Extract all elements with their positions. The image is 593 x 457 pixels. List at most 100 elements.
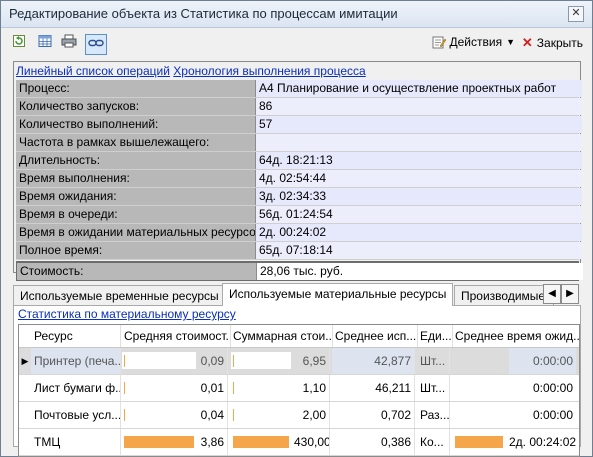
- property-value[interactable]: 86: [256, 98, 582, 115]
- property-value[interactable]: 64д. 18:21:13: [256, 152, 582, 169]
- property-row: Количество выполнений: 57: [16, 116, 582, 134]
- property-value[interactable]: 28,06 тыс. руб.: [257, 263, 583, 280]
- column-header-wait[interactable]: Среднее время ожид...: [452, 325, 579, 347]
- property-key: Стоимость:: [17, 263, 257, 280]
- table-row[interactable]: Почтовые усл... 0,04 2,00 0,702 Раз... 0:00:0…: [19, 402, 579, 429]
- bar-cell-total-cost: [231, 433, 291, 450]
- title-bar: Редактирование объекта из Статистика по …: [1, 1, 592, 28]
- cell-total-cost[interactable]: 2,00: [294, 402, 330, 428]
- table-icon[interactable]: [35, 34, 55, 54]
- column-header-avg-cost[interactable]: Средняя стоимост...: [121, 325, 231, 347]
- bar-cell-total-cost: [231, 406, 291, 423]
- property-key: Время в очереди:: [16, 206, 256, 223]
- table-row[interactable]: ▶ Принтер (печа... 0,09 6,95 42,877 Шт... 0:00…: [19, 348, 579, 375]
- property-key: Процесс:: [16, 80, 256, 97]
- cell-wait[interactable]: 2д. 00:24:02: [509, 429, 576, 455]
- column-header-unit[interactable]: Еди...: [417, 325, 453, 347]
- cell-total-cost[interactable]: 6,95: [294, 348, 330, 374]
- cell-wait[interactable]: 0:00:00: [509, 402, 576, 428]
- wait-bar: [455, 436, 503, 448]
- material-resource-stats-link[interactable]: Статистика по материальному ресурсу: [18, 307, 236, 321]
- resources-table: Ресурс Средняя стоимост... Суммарная сто…: [18, 324, 580, 457]
- cell-unit[interactable]: Ко...: [417, 429, 450, 455]
- window-close-button[interactable]: ✕: [568, 6, 584, 22]
- window-title: Редактирование объекта из Статистика по …: [9, 6, 398, 21]
- cell-avg-cost[interactable]: 0,01: [199, 375, 228, 401]
- table-row[interactable]: ТМЦ 3,86 430,00 0,386 Ко... 2д. 00:24:02: [19, 429, 579, 456]
- material-resources-panel: Статистика по материальному ресурсу Ресу…: [13, 305, 581, 457]
- property-value[interactable]: 2д. 00:24:02: [256, 224, 582, 241]
- print-icon[interactable]: [59, 34, 79, 54]
- property-key: Количество запусков:: [16, 98, 256, 115]
- property-row: Полное время: 65д. 07:18:14: [16, 242, 582, 260]
- chronology-link[interactable]: Хронология выполнения процесса: [173, 64, 365, 78]
- cell-resource[interactable]: Принтер (печа...: [31, 348, 121, 374]
- property-row: Время ожидания: 3д. 02:34:33: [16, 188, 582, 206]
- column-header-avg-use[interactable]: Среднее исп...: [332, 325, 418, 347]
- bar-cell-avg-cost: [122, 406, 196, 423]
- refresh-icon[interactable]: [9, 34, 29, 54]
- tab-material-resources[interactable]: Используемые материальные ресурсы: [222, 283, 454, 306]
- toolbar: Действия ▼ ✕ Закрыть: [9, 32, 585, 58]
- tab-scroll-right-icon[interactable]: ▶: [561, 284, 579, 304]
- column-header-resource[interactable]: Ресурс: [31, 325, 121, 347]
- cell-resource[interactable]: ТМЦ: [31, 429, 121, 455]
- actions-menu-button[interactable]: Действия ▼: [432, 35, 515, 49]
- tab-time-resources[interactable]: Используемые временные ресурсы: [13, 285, 226, 306]
- cell-avg-use[interactable]: 42,877: [332, 348, 415, 374]
- chevron-down-icon: ▼: [506, 37, 515, 47]
- property-row: Процесс: А4 Планирование и осуществление …: [16, 80, 582, 98]
- cell-wait[interactable]: 0:00:00: [509, 375, 576, 401]
- table-row[interactable]: Лист бумаги ф... 0,01 1,10 46,211 Шт... 0:00:…: [19, 375, 579, 402]
- row-indicator-icon: [19, 375, 31, 401]
- cell-avg-use[interactable]: 46,211: [332, 375, 415, 401]
- cell-unit[interactable]: Шт...: [417, 375, 450, 401]
- avg-cost-bar: [124, 409, 125, 421]
- total-cost-bar: [233, 382, 234, 394]
- tab-scroll-left-icon[interactable]: ◀: [543, 284, 561, 304]
- property-value[interactable]: 3д. 02:34:33: [256, 188, 582, 205]
- row-indicator-icon: ▶: [21, 356, 29, 366]
- cell-unit[interactable]: Раз...: [417, 402, 450, 428]
- property-key: Частота в рамках вышележащего:: [16, 134, 256, 151]
- column-header-total-cost[interactable]: Суммарная стои...: [230, 325, 333, 347]
- links-bar: Линейный список операций Хронология выпо…: [16, 64, 366, 78]
- cell-avg-cost[interactable]: 0,09: [199, 348, 228, 374]
- property-value[interactable]: [256, 134, 582, 151]
- tab-produced[interactable]: Производимые: [454, 285, 554, 306]
- property-value[interactable]: А4 Планирование и осуществление проектны…: [256, 80, 582, 97]
- cost-row: Стоимость: 28,06 тыс. руб.: [16, 261, 583, 281]
- actions-icon: [432, 36, 446, 49]
- property-row: Время выполнения: 4д. 02:54:44: [16, 170, 582, 188]
- property-row: Длительность: 64д. 18:21:13: [16, 152, 582, 170]
- cell-resource[interactable]: Почтовые усл...: [31, 402, 121, 428]
- tab-scroll: ◀ ▶: [543, 284, 579, 304]
- cell-total-cost[interactable]: 1,10: [294, 375, 330, 401]
- property-key: Время выполнения:: [16, 170, 256, 187]
- avg-cost-bar: [124, 382, 125, 394]
- cell-avg-cost[interactable]: 0,04: [199, 402, 228, 428]
- link-icon[interactable]: [85, 34, 107, 55]
- property-value[interactable]: 65д. 07:18:14: [256, 242, 582, 259]
- property-key: Длительность:: [16, 152, 256, 169]
- bar-cell-total-cost: [231, 379, 291, 396]
- cell-wait[interactable]: 0:00:00: [509, 348, 576, 374]
- cell-total-cost[interactable]: 430,00: [294, 429, 330, 455]
- cell-avg-cost[interactable]: 3,86: [199, 429, 228, 455]
- property-value[interactable]: 4д. 02:54:44: [256, 170, 582, 187]
- operations-link[interactable]: Линейный список операций: [16, 64, 170, 78]
- row-indicator-icon: [19, 429, 31, 455]
- total-cost-bar: [233, 436, 289, 448]
- cell-avg-use[interactable]: 0,702: [332, 402, 415, 428]
- property-row: Время в очереди: 56д. 01:24:54: [16, 206, 582, 224]
- cell-resource[interactable]: Лист бумаги ф...: [31, 375, 121, 401]
- close-label: Закрыть: [536, 36, 583, 50]
- cell-avg-use[interactable]: 0,386: [332, 429, 415, 455]
- property-value[interactable]: 56д. 01:24:54: [256, 206, 582, 223]
- property-value[interactable]: 57: [256, 116, 582, 133]
- bar-cell-total-cost: [231, 352, 291, 369]
- close-icon: ✕: [521, 35, 533, 50]
- cell-unit[interactable]: Шт...: [417, 348, 450, 374]
- table-header: Ресурс Средняя стоимост... Суммарная сто…: [19, 325, 579, 348]
- close-button[interactable]: ✕ Закрыть: [522, 35, 583, 51]
